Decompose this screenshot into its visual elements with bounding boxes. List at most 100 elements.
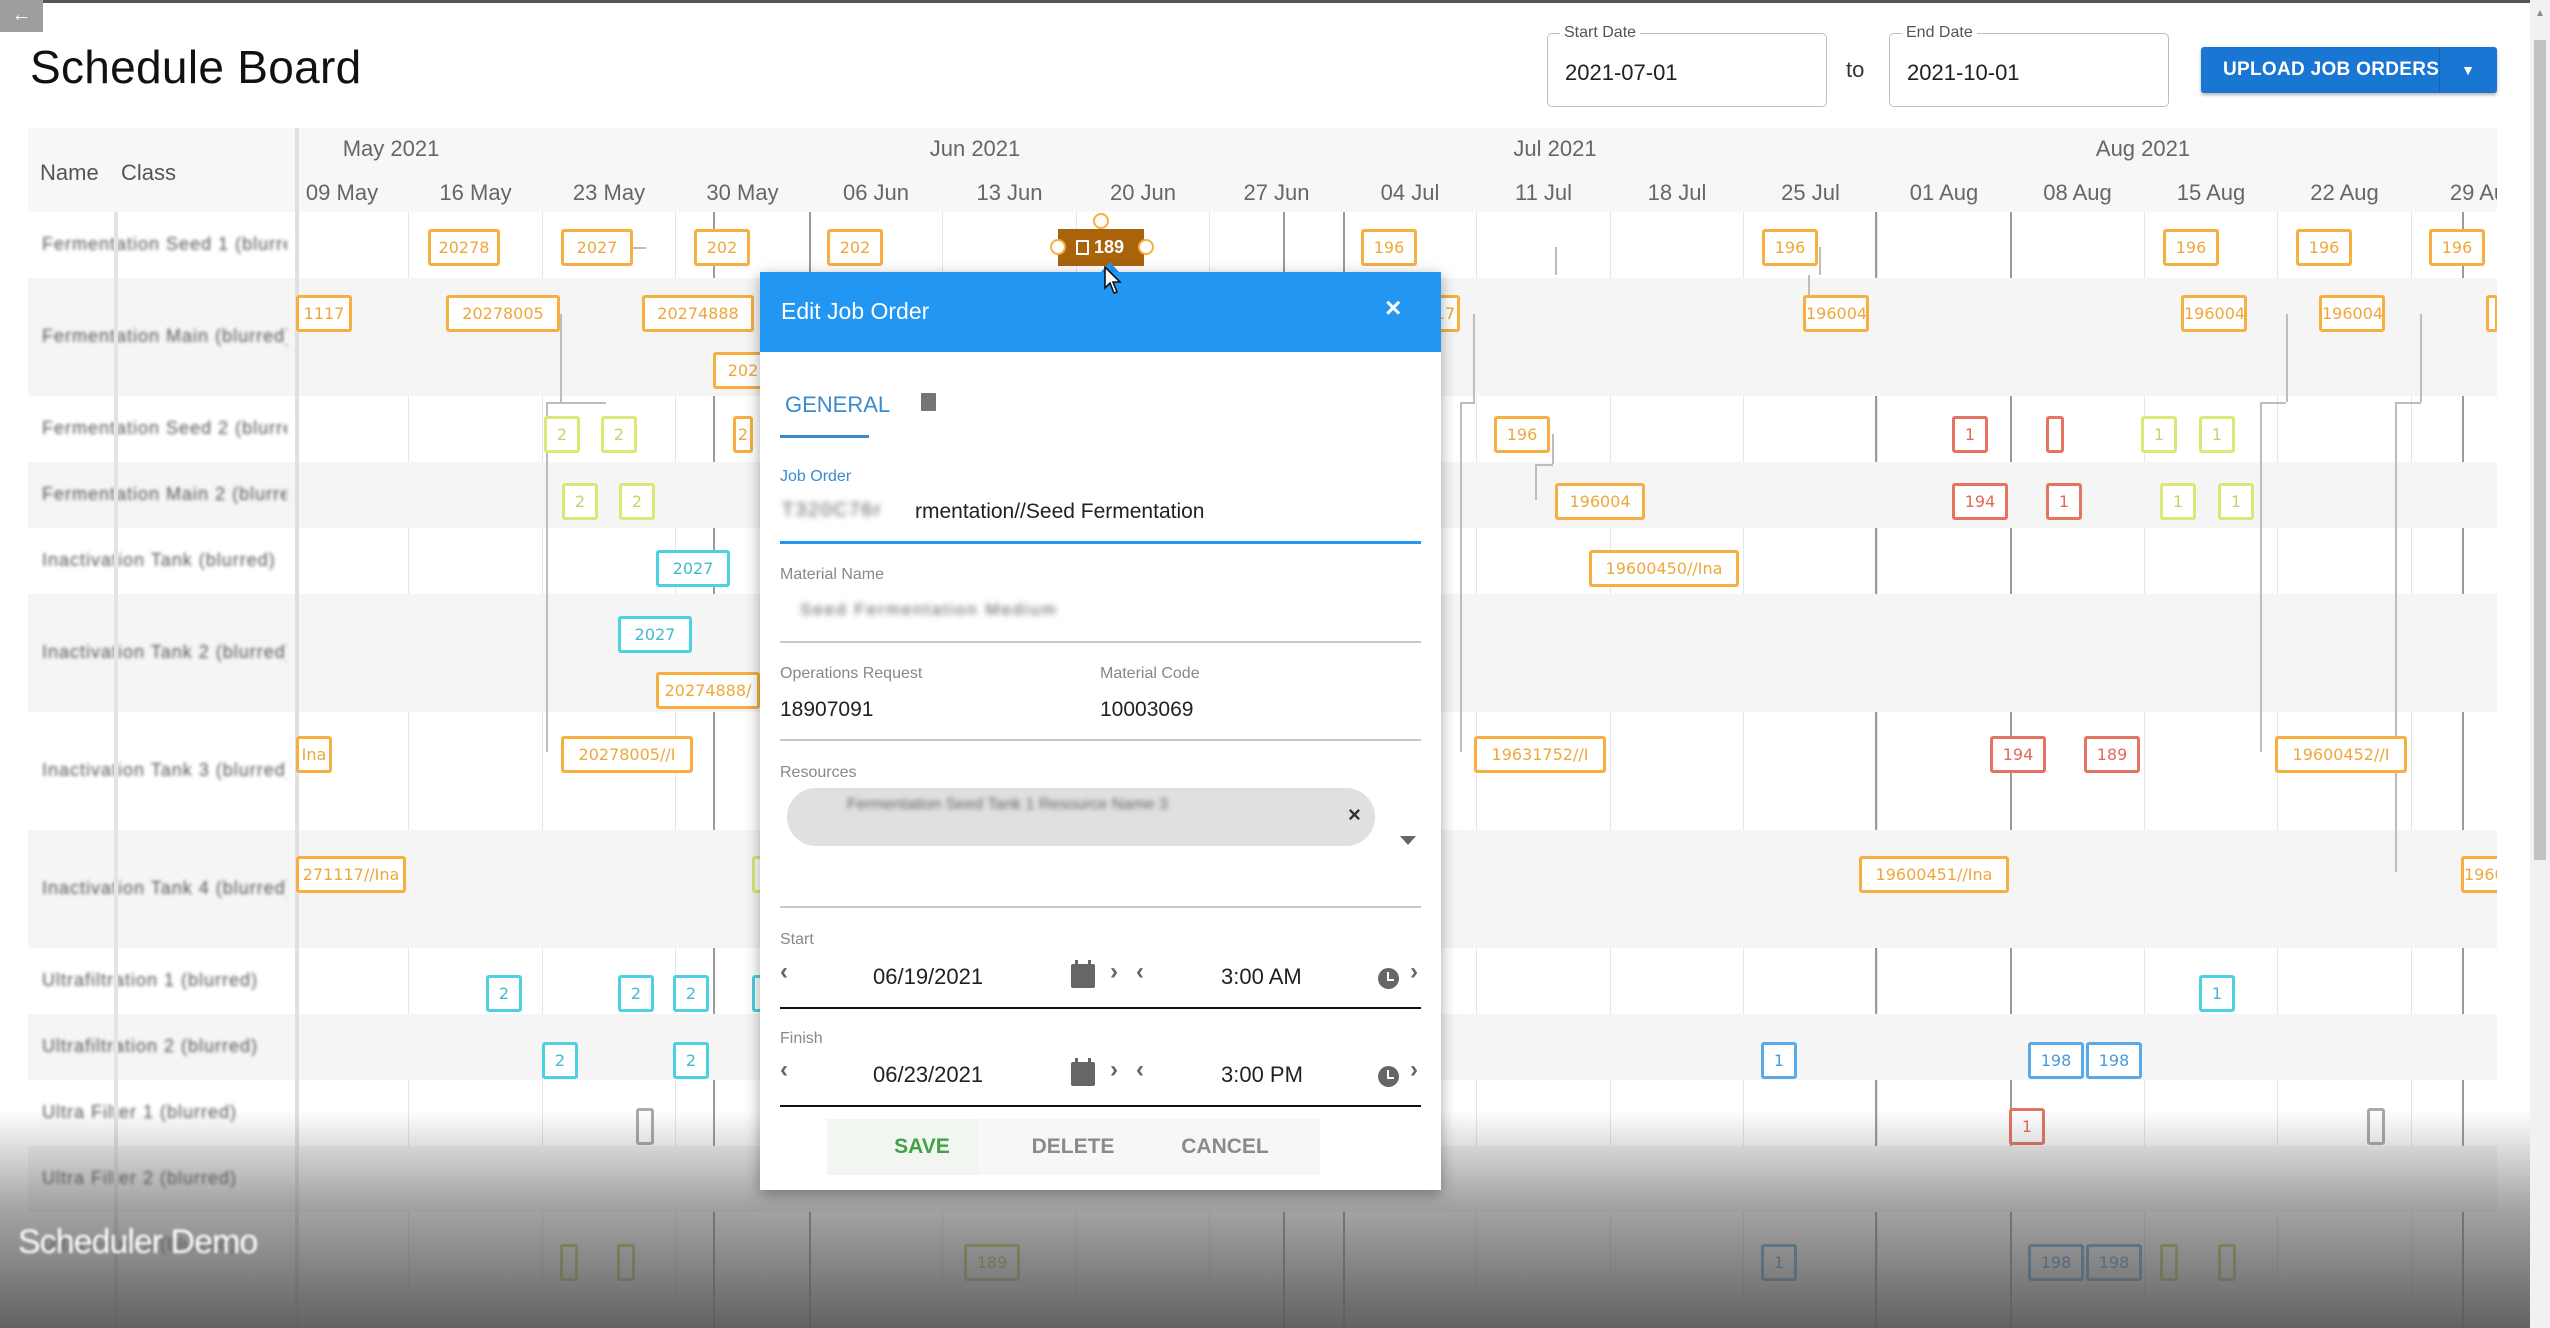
- end-date-value[interactable]: 2021-10-01: [1907, 60, 2020, 86]
- task-bar[interactable]: [2046, 416, 2064, 453]
- task-bar[interactable]: 196: [2296, 229, 2352, 266]
- task-bar[interactable]: 2: [733, 416, 753, 453]
- task-bar[interactable]: [2367, 1108, 2385, 1145]
- task-bar[interactable]: 20274888/: [656, 672, 760, 709]
- task-bar[interactable]: 2: [544, 416, 580, 453]
- task-bar[interactable]: 189: [2084, 736, 2140, 773]
- start-date-field[interactable]: Start Date 2021-07-01: [1547, 24, 1827, 107]
- start-date-value[interactable]: 2021-07-01: [1565, 60, 1678, 86]
- finish-date-prev-icon[interactable]: ‹: [780, 1056, 788, 1084]
- task-bar[interactable]: 196004: [2461, 856, 2497, 893]
- task-bar[interactable]: 202: [827, 229, 883, 266]
- tab-notes-note-icon[interactable]: [921, 393, 936, 411]
- cancel-button[interactable]: CANCEL: [1130, 1119, 1320, 1175]
- task-bar[interactable]: 194: [1952, 483, 2008, 520]
- start-calendar-icon[interactable]: [1071, 960, 1095, 988]
- page-scrollbar[interactable]: ▲: [2530, 0, 2550, 1328]
- task-bar[interactable]: 196: [1762, 229, 1818, 266]
- task-bar[interactable]: 20278005: [446, 295, 560, 332]
- start-date-prev-icon[interactable]: ‹: [780, 958, 788, 986]
- task-bar[interactable]: [636, 1108, 654, 1145]
- task-bar[interactable]: 1117: [296, 295, 352, 332]
- task-bar[interactable]: 189: [964, 1244, 1020, 1281]
- column-header-name[interactable]: Name: [40, 160, 99, 186]
- task-bar[interactable]: Ina: [296, 736, 332, 773]
- finish-date-next-icon[interactable]: ›: [1110, 1056, 1118, 1084]
- task-bar[interactable]: 19600450//Ina: [1589, 550, 1739, 587]
- task-bar[interactable]: 202: [694, 229, 750, 266]
- task-bar[interactable]: [560, 1244, 578, 1281]
- task-bar[interactable]: 196004: [2181, 295, 2247, 332]
- task-bar[interactable]: 19600452//I: [2275, 736, 2407, 773]
- task-bar[interactable]: 198: [2028, 1244, 2084, 1281]
- task-link-handle-top[interactable]: [1093, 213, 1109, 229]
- task-bar[interactable]: 198: [2086, 1042, 2142, 1079]
- finish-clock-icon[interactable]: [1378, 1066, 1399, 1087]
- task-bar[interactable]: 1: [2199, 975, 2235, 1012]
- selected-task[interactable]: 189: [1058, 229, 1144, 266]
- task-bar[interactable]: 20278: [428, 229, 500, 266]
- finish-time-input[interactable]: 3:00 PM: [1221, 1062, 1303, 1088]
- task-bar[interactable]: 2: [618, 975, 654, 1012]
- task-resize-handle-left[interactable]: [1050, 239, 1066, 255]
- material-name-value[interactable]: Seed Fermentation Medium: [800, 600, 1058, 620]
- material-code-value[interactable]: 10003069: [1100, 698, 1193, 722]
- resource-row[interactable]: Fermentation Seed 1 (blurred): [28, 212, 2497, 278]
- task-bar[interactable]: 2027: [561, 229, 633, 266]
- task-bar[interactable]: 2: [673, 1042, 709, 1079]
- task-bar[interactable]: 1: [1952, 416, 1988, 453]
- close-icon[interactable]: ×: [1385, 292, 1401, 324]
- tab-general[interactable]: GENERAL: [785, 392, 890, 418]
- finish-time-next-icon[interactable]: ›: [1410, 1056, 1418, 1084]
- task-bar[interactable]: [617, 1244, 635, 1281]
- finish-date-input[interactable]: 06/23/2021: [873, 1062, 983, 1088]
- start-time-input[interactable]: 3:00 AM: [1221, 964, 1302, 990]
- operations-request-value[interactable]: 18907091: [780, 698, 873, 722]
- task-bar[interactable]: 2: [542, 1042, 578, 1079]
- task-bar[interactable]: [2486, 295, 2497, 332]
- end-date-field[interactable]: End Date 2021-10-01: [1889, 24, 2169, 107]
- scrollbar-thumb[interactable]: [2534, 40, 2546, 860]
- task-bar[interactable]: 1: [1761, 1244, 1797, 1281]
- task-bar[interactable]: 196004: [1555, 483, 1645, 520]
- task-bar[interactable]: 198: [2086, 1244, 2142, 1281]
- task-bar[interactable]: 2027: [618, 616, 692, 653]
- remove-resource-icon[interactable]: ×: [1348, 802, 1361, 828]
- task-bar[interactable]: 19631752//I: [1474, 736, 1606, 773]
- task-bar[interactable]: 196004: [2319, 295, 2385, 332]
- task-bar[interactable]: 2: [619, 483, 655, 520]
- task-bar[interactable]: 194: [1990, 736, 2046, 773]
- task-bar[interactable]: 198: [2028, 1042, 2084, 1079]
- task-bar[interactable]: 1: [2218, 483, 2254, 520]
- task-bar[interactable]: 1: [2046, 483, 2082, 520]
- task-bar[interactable]: 1: [2199, 416, 2235, 453]
- task-bar[interactable]: 2: [601, 416, 637, 453]
- task-bar[interactable]: 1: [2141, 416, 2177, 453]
- task-bar[interactable]: 1: [2009, 1108, 2045, 1145]
- task-bar[interactable]: 196: [1361, 229, 1417, 266]
- task-bar[interactable]: 2: [562, 483, 598, 520]
- upload-job-orders-button[interactable]: UPLOAD JOB ORDERS ▼: [2201, 47, 2497, 93]
- start-time-next-icon[interactable]: ›: [1410, 958, 1418, 986]
- task-bar[interactable]: 2: [486, 975, 522, 1012]
- column-header-class[interactable]: Class: [121, 160, 176, 186]
- task-bar[interactable]: 196: [1494, 416, 1550, 453]
- task-bar[interactable]: 196: [2429, 229, 2485, 266]
- finish-time-prev-icon[interactable]: ‹: [1136, 1056, 1144, 1084]
- upload-dropdown-toggle[interactable]: ▼: [2439, 47, 2497, 93]
- task-bar[interactable]: 2: [673, 975, 709, 1012]
- start-date-input[interactable]: 06/19/2021: [873, 964, 983, 990]
- scroll-up-icon[interactable]: ▲: [2535, 8, 2545, 19]
- task-bar[interactable]: 196004: [1803, 295, 1869, 332]
- resources-dropdown-icon[interactable]: [1400, 836, 1416, 845]
- task-bar[interactable]: 20278005//I: [561, 736, 693, 773]
- task-bar[interactable]: [2160, 1244, 2178, 1281]
- task-bar[interactable]: 1: [1761, 1042, 1797, 1079]
- task-bar[interactable]: 19600451//Ina: [1859, 856, 2009, 893]
- finish-calendar-icon[interactable]: [1071, 1058, 1095, 1086]
- task-bar[interactable]: 20274888: [642, 295, 754, 332]
- task-bar[interactable]: 1: [2160, 483, 2196, 520]
- back-button[interactable]: ←: [0, 0, 43, 32]
- task-bar[interactable]: 196: [2163, 229, 2219, 266]
- task-bar[interactable]: 271117//Ina: [296, 856, 406, 893]
